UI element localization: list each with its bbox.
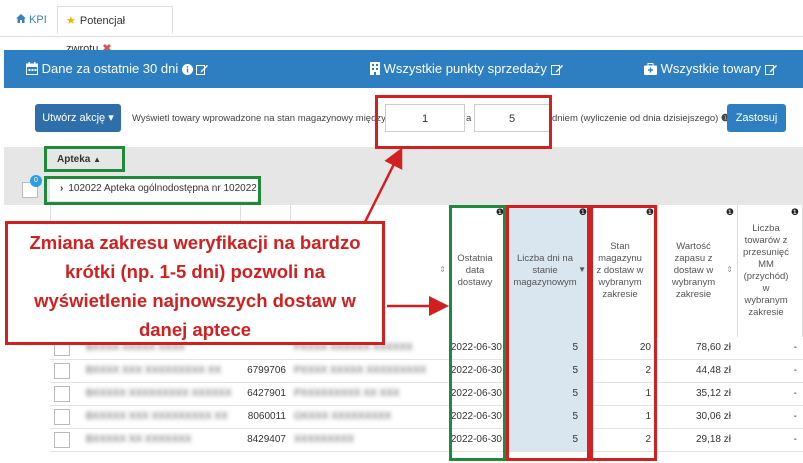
annotation-callout: Zmiana zakresu weryfikacji na bardzo kró… — [5, 221, 385, 345]
arrow-to-range — [363, 147, 403, 223]
